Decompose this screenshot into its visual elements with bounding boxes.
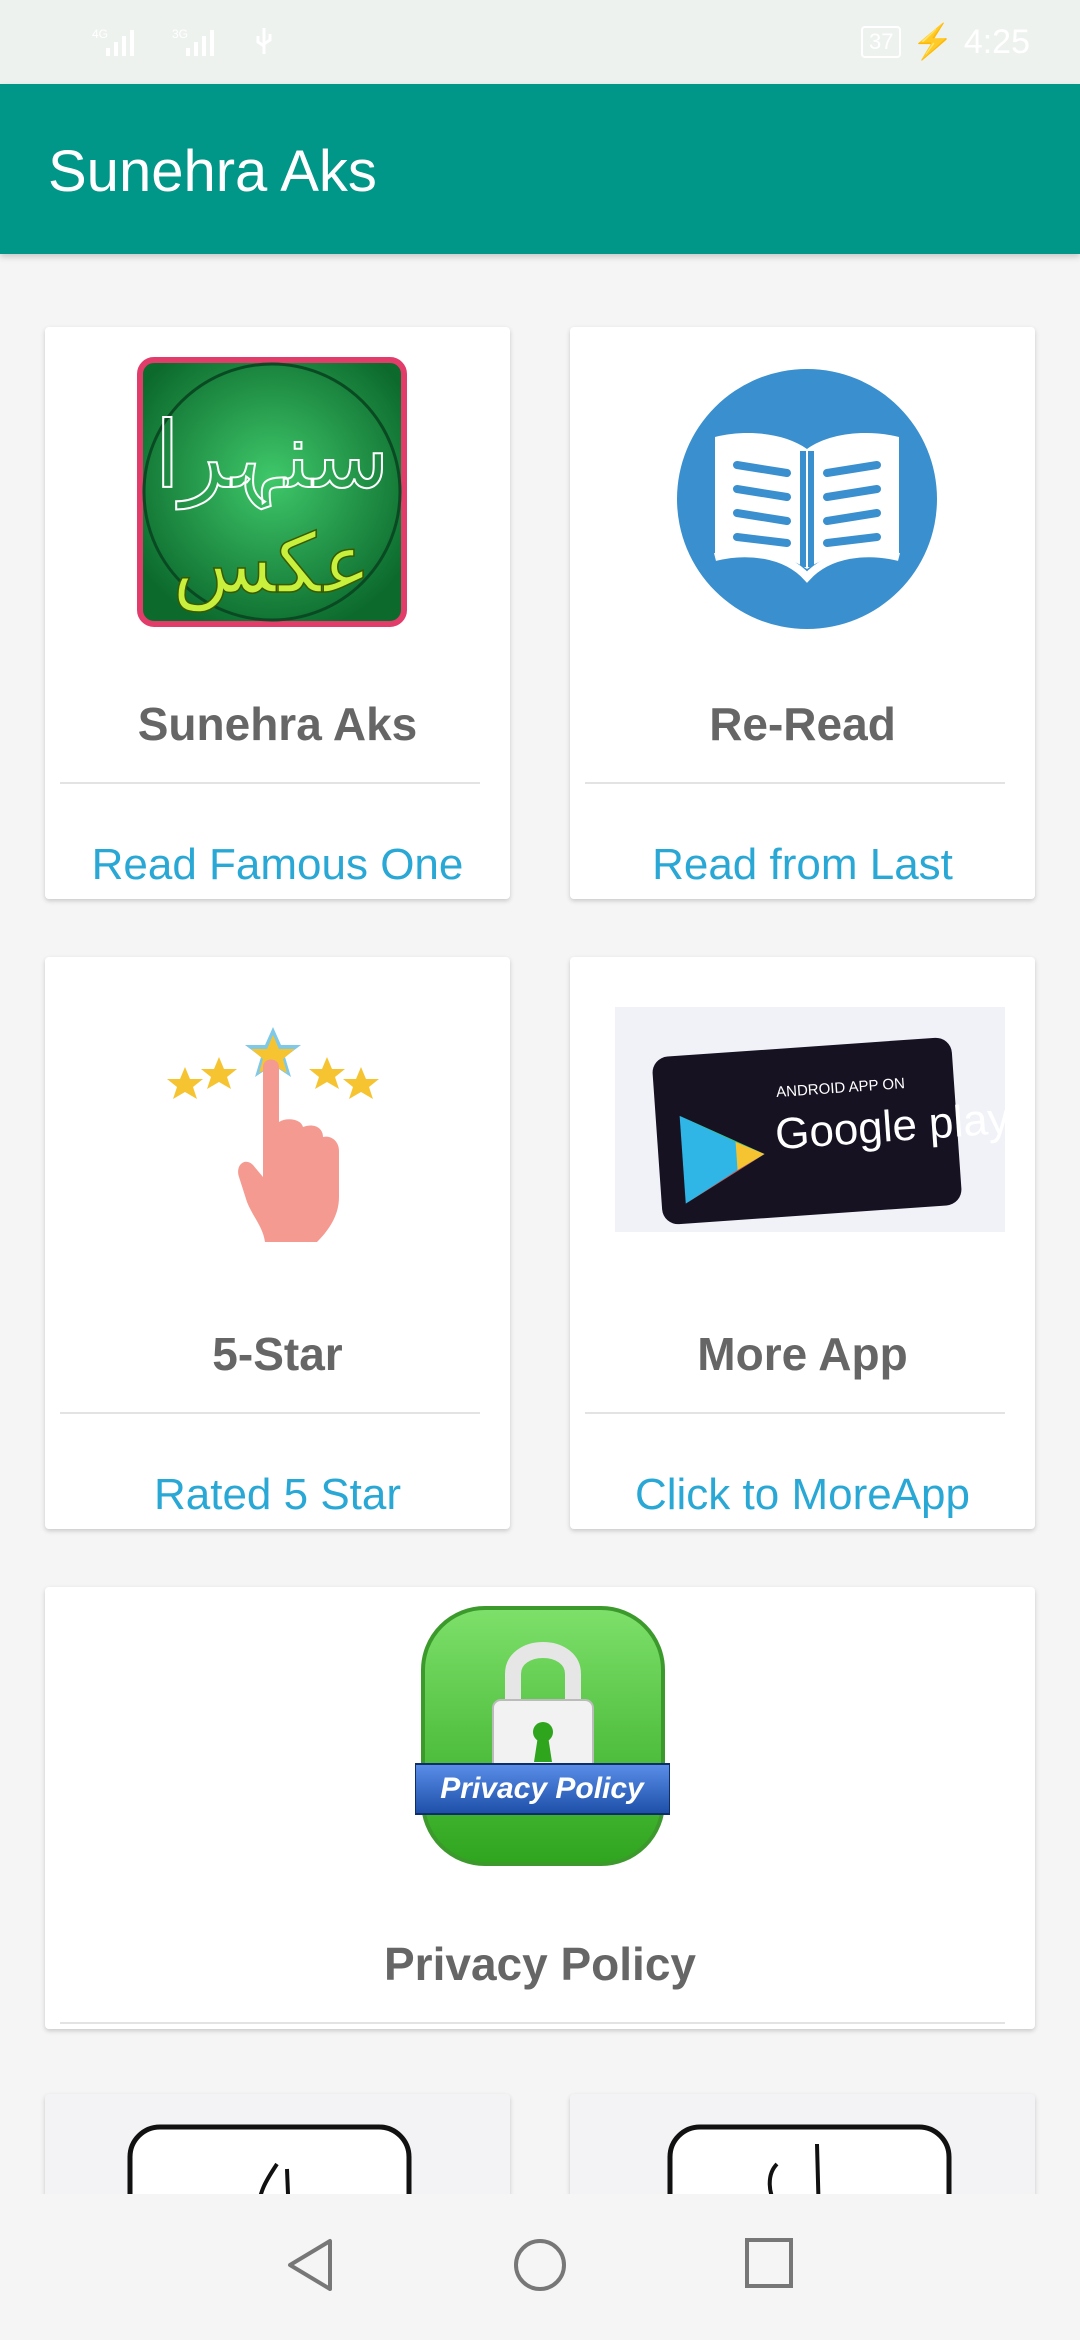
home-grid[interactable]: سنہرا عکس Sunehra Aks Read Famous One Re… (0, 254, 1080, 2194)
google-play-badge-icon: ANDROID APP ON Google play (615, 1007, 1011, 1232)
svg-text:4G: 4G (92, 27, 108, 41)
click-to-moreapp-link[interactable]: Click to MoreApp (570, 1470, 1035, 1522)
calligraphy-frame-icon (667, 2124, 952, 2194)
card-title: 5-Star (212, 1328, 343, 1380)
signal-3g-icon: 3G (172, 27, 214, 56)
card-divider (585, 1412, 1005, 1414)
clock: 4:25 (963, 22, 1030, 61)
five-star-rating-icon (167, 1027, 387, 1247)
navigation-bar (0, 2194, 1080, 2340)
read-from-last-link[interactable]: Read from Last (570, 840, 1035, 890)
app-bar: Sunehra Aks (0, 84, 1080, 254)
card-title: Re-Read (709, 698, 896, 750)
card-more-app[interactable]: ANDROID APP ON Google play More App Clic… (570, 957, 1035, 1529)
svg-text:Privacy Policy: Privacy Policy (440, 1772, 645, 1805)
card-privacy-policy[interactable]: Privacy Policy Privacy Policy (45, 1587, 1035, 2029)
signal-indicators: 4G 3G (92, 24, 276, 58)
status-right: 37 ⚡ 4:25 (860, 22, 1030, 62)
card-re-read[interactable]: Re-Read Read from Last (570, 327, 1035, 899)
privacy-policy-lock-icon: Privacy Policy (414, 1602, 671, 1872)
card-title: Sunehra Aks (137, 698, 418, 750)
recents-icon[interactable] (744, 2237, 794, 2289)
open-book-icon (675, 367, 939, 631)
card-title: More App (697, 1328, 908, 1380)
card-divider (60, 2022, 1005, 2024)
back-icon[interactable] (284, 2237, 336, 2293)
status-bar: 4G 3G 37 ⚡ 4:25 (0, 0, 1080, 84)
card-title: Privacy Policy (384, 1938, 696, 1990)
card-divider (585, 782, 1005, 784)
card-divider (60, 1412, 480, 1414)
signal-4g-icon: 4G (92, 27, 134, 56)
app-title: Sunehra Aks (48, 139, 377, 204)
card-sunehra-aks[interactable]: سنہرا عکس Sunehra Aks Read Famous One (45, 327, 510, 899)
sunehra-aks-logo-icon: سنہرا عکس (137, 357, 407, 627)
card-partial-left[interactable] (45, 2094, 510, 2194)
card-divider (60, 782, 480, 784)
svg-text:سنہرا: سنہرا (154, 402, 389, 510)
svg-text:3G: 3G (172, 27, 188, 41)
rated-5-star-link[interactable]: Rated 5 Star (45, 1470, 510, 1524)
battery-icon: 37 (860, 26, 902, 58)
calligraphy-frame-icon (127, 2124, 412, 2194)
charging-icon: ⚡ (911, 23, 954, 61)
card-partial-right[interactable] (570, 2094, 1035, 2194)
usb-icon (256, 28, 272, 54)
home-icon[interactable] (512, 2237, 568, 2293)
svg-text:عکس: عکس (173, 517, 372, 612)
read-famous-one-link[interactable]: Read Famous One (45, 840, 510, 890)
card-5-star[interactable]: 5-Star Rated 5 Star (45, 957, 510, 1529)
